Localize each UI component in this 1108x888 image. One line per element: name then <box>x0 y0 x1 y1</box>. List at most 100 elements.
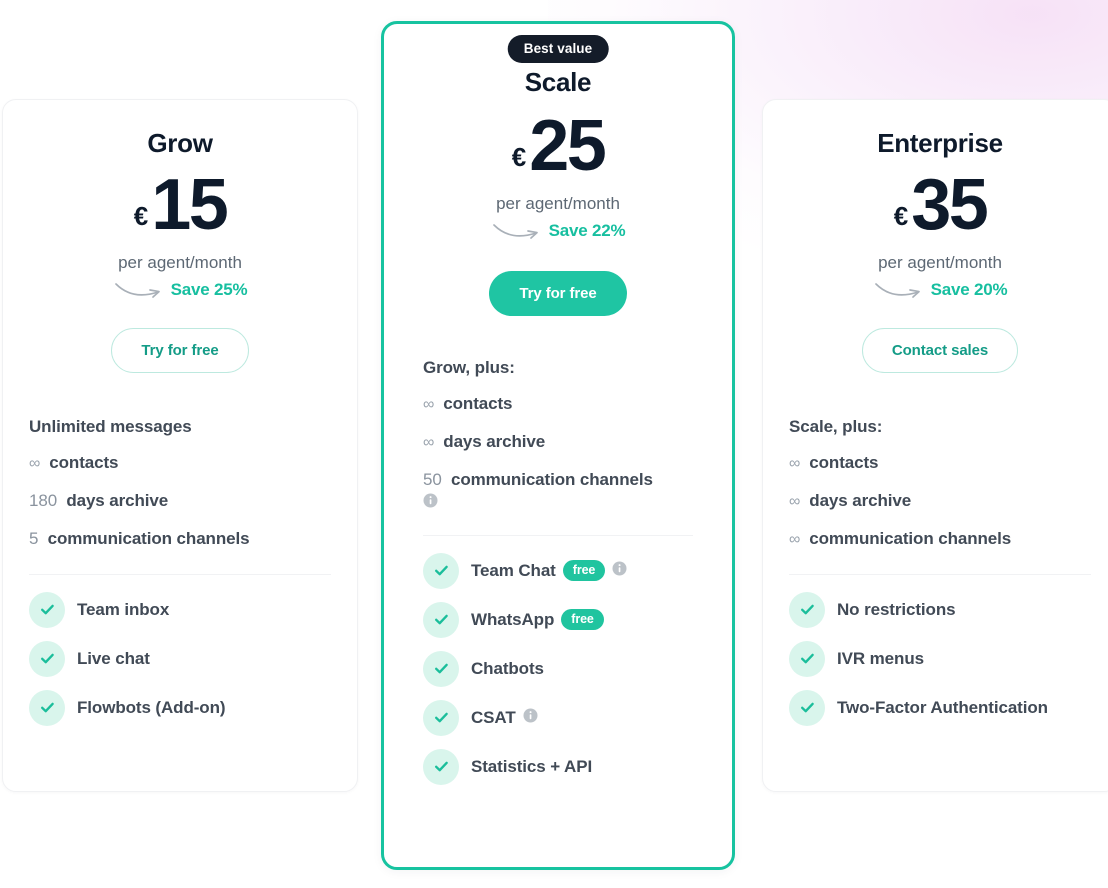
info-icon[interactable] <box>612 561 627 581</box>
cta-wrap-enterprise: Contact sales <box>763 328 1108 373</box>
check-icon <box>789 689 825 726</box>
check-label: No restrictions <box>837 599 956 619</box>
check-label: Statistics + API <box>471 756 593 776</box>
features-heading-grow: Unlimited messages <box>29 417 192 436</box>
quota-row: 5 communication channels <box>29 528 331 551</box>
curved-arrow-right-icon <box>492 224 538 239</box>
quota-value: 50 <box>423 469 447 489</box>
check-icon <box>423 601 459 638</box>
quota-row: ∞ communication channels <box>789 528 1091 551</box>
price-unit-label: per agent/month <box>878 253 1002 272</box>
quota-value: 5 <box>29 528 43 548</box>
save-percent-label: Save 20% <box>930 280 1008 299</box>
list-item: Statistics + API <box>423 746 693 788</box>
cta-wrap-grow: Try for free <box>3 328 357 373</box>
features-heading-enterprise: Scale, plus: <box>789 417 883 436</box>
pricing-card-scale: Best value Scale € 25 per agent/month Sa… <box>381 21 735 870</box>
check-label: Flowbots (Add-on) <box>77 697 226 717</box>
features-enterprise: Scale, plus: ∞ contacts ∞ days archive ∞… <box>763 417 1108 729</box>
quota-value: 180 <box>29 490 62 510</box>
quota-value: ∞ <box>789 530 805 548</box>
check-label: Two-Factor Authentication <box>837 697 1048 717</box>
section-divider <box>29 573 331 575</box>
section-divider <box>423 534 693 536</box>
plan-price-enterprise: € 35 <box>763 169 1108 241</box>
quota-label: days archive <box>66 490 169 510</box>
plan-header-grow: Grow € 15 per agent/month Save 25% Try f… <box>3 100 357 373</box>
quota-row: 50 communication channels <box>423 469 693 515</box>
check-icon <box>789 640 825 677</box>
quota-row: ∞ contacts <box>29 452 331 475</box>
price-amount: 15 <box>151 165 229 245</box>
info-icon[interactable] <box>423 492 693 515</box>
quota-label: communication channels <box>47 528 250 548</box>
info-icon[interactable] <box>523 708 538 728</box>
check-row: WhatsApp free <box>471 608 604 630</box>
currency-symbol: € <box>511 142 527 172</box>
quota-value: ∞ <box>29 455 45 472</box>
check-icon <box>423 552 459 589</box>
plan-name-grow: Grow <box>147 128 213 158</box>
pricing-page: Grow € 15 per agent/month Save 25% Try f… <box>0 0 1108 888</box>
quota-value: ∞ <box>423 396 439 413</box>
check-icon <box>29 640 65 677</box>
list-item: Two-Factor Authentication <box>789 687 1091 729</box>
quota-value: ∞ <box>423 433 439 451</box>
list-item: CSAT <box>423 697 693 739</box>
currency-symbol: € <box>133 201 149 231</box>
quota-label: communication channels <box>809 528 1012 548</box>
check-label: CSAT <box>471 707 516 727</box>
list-item: IVR menus <box>789 638 1091 680</box>
check-row: CSAT <box>471 708 538 728</box>
section-divider <box>789 573 1091 575</box>
quota-row: ∞ days archive <box>789 490 1091 513</box>
list-item: No restrictions <box>789 589 1091 631</box>
try-for-free-button-scale[interactable]: Try for free <box>489 271 627 316</box>
check-label: Team Chat <box>471 560 556 580</box>
cta-wrap-scale: Try for free <box>384 271 732 316</box>
price-unit-label: per agent/month <box>118 253 242 272</box>
check-icon <box>29 591 65 628</box>
free-badge: free <box>561 608 604 630</box>
quota-label: days archive <box>809 490 912 510</box>
list-item: Team Chat free <box>423 550 693 592</box>
quota-row: ∞ days archive <box>423 431 693 454</box>
check-list-enterprise: No restrictions IVR menus Two-Factor Aut… <box>789 589 1091 729</box>
plan-header-scale: Scale € 25 per agent/month Save 22% Try … <box>384 24 732 316</box>
quota-label: contacts <box>49 453 119 472</box>
list-item: Flowbots (Add-on) <box>29 687 331 729</box>
free-badge: free <box>562 559 606 581</box>
contact-sales-button[interactable]: Contact sales <box>861 328 1019 373</box>
best-value-badge: Best value <box>507 35 609 63</box>
features-scale: Grow, plus: ∞ contacts ∞ days archive 50… <box>384 358 732 788</box>
quota-row: ∞ contacts <box>789 452 1091 475</box>
quota-value: ∞ <box>789 492 805 510</box>
curved-arrow-right-icon <box>114 283 160 298</box>
check-label: Chatbots <box>471 658 544 678</box>
plan-name-enterprise: Enterprise <box>877 128 1003 158</box>
check-icon <box>423 748 459 785</box>
plan-header-enterprise: Enterprise € 35 per agent/month Save 20%… <box>763 100 1108 373</box>
plan-price-grow: € 15 <box>3 169 357 241</box>
check-icon <box>29 689 65 726</box>
save-callout-grow: Save 25% <box>3 279 357 301</box>
quota-label: contacts <box>443 394 513 413</box>
features-heading-scale: Grow, plus: <box>423 358 515 377</box>
check-icon <box>789 591 825 628</box>
pricing-card-enterprise: Enterprise € 35 per agent/month Save 20%… <box>762 99 1108 792</box>
check-label: IVR menus <box>837 648 924 668</box>
quota-value: ∞ <box>789 455 805 472</box>
check-icon <box>423 650 459 687</box>
quota-label: communication channels <box>450 469 653 489</box>
price-amount: 25 <box>529 106 607 186</box>
plan-price-scale: € 25 <box>384 110 732 182</box>
check-label: Live chat <box>77 648 150 668</box>
save-percent-label: Save 25% <box>170 280 248 299</box>
price-amount: 35 <box>911 165 989 245</box>
try-for-free-button-grow[interactable]: Try for free <box>111 328 249 373</box>
save-percent-label: Save 22% <box>548 221 626 240</box>
check-list-scale: Team Chat free WhatsApp free Chatbots CS… <box>423 550 693 788</box>
save-callout-enterprise: Save 20% <box>763 279 1108 301</box>
quota-row: 180 days archive <box>29 490 331 513</box>
check-list-grow: Team inbox Live chat Flowbots (Add-on) <box>29 589 331 729</box>
